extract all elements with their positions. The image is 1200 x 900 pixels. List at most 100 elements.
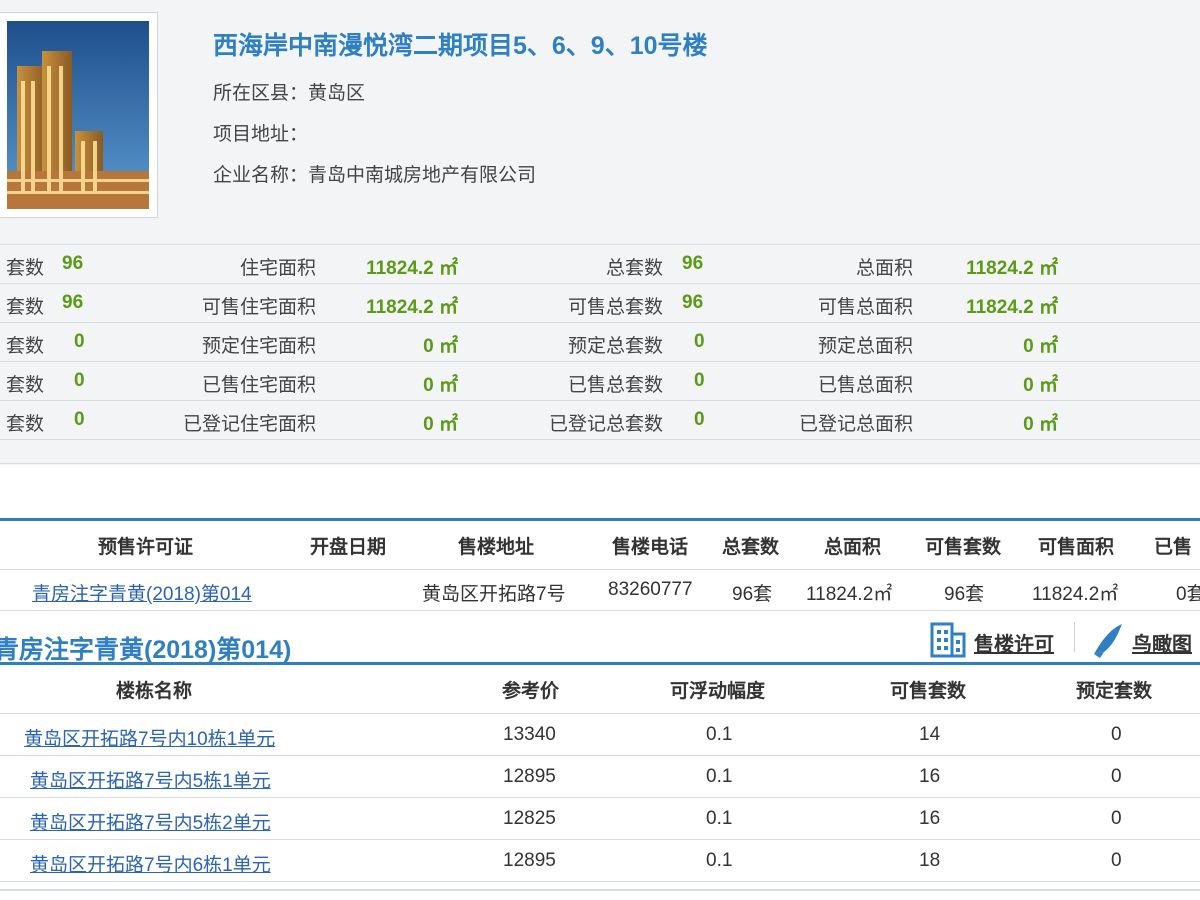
action-divider xyxy=(1074,622,1075,652)
permit-sales-phone: 83260777 xyxy=(608,579,693,600)
stat-label: 预定总面积 xyxy=(817,336,913,357)
stats-row: 套数 0 已售住宅面积 0 ㎡ 已售总套数 0 已售总面积 0 ㎡ xyxy=(0,361,1200,400)
permit-total-units: 96套 xyxy=(732,584,773,605)
stat-label: 住宅面积 xyxy=(239,258,316,279)
stat-label: 可售总套数 xyxy=(567,297,663,318)
building-reserved-units: 0 xyxy=(1111,850,1122,871)
stat-label: 可售总面积 xyxy=(817,297,913,318)
permit-section-title: 青房注字青黄(2018)第014) xyxy=(0,636,292,664)
building-name-link[interactable]: 黄岛区开拓路7号内6栋1单元 xyxy=(30,855,271,876)
col-header: 已售 xyxy=(1154,537,1193,558)
building-reserved-units: 0 xyxy=(1111,766,1122,787)
building-ref-price: 12895 xyxy=(503,766,556,787)
col-header: 预售许可证 xyxy=(98,537,194,558)
building-table: 楼栋名称 参考价 可浮动幅度 可售套数 预定套数 黄岛区开拓路7号内10栋1单元… xyxy=(0,662,1200,882)
project-photo xyxy=(0,12,158,218)
building-icon xyxy=(930,622,966,658)
col-header: 可售面积 xyxy=(1038,537,1115,558)
col-header: 总面积 xyxy=(824,537,882,558)
col-header: 可售套数 xyxy=(890,681,967,702)
stat-value: 96 xyxy=(682,292,704,313)
building-ref-price: 13340 xyxy=(503,724,556,745)
building-ref-price: 12825 xyxy=(503,808,556,829)
col-header: 可浮动幅度 xyxy=(670,681,766,702)
building-row: 黄岛区开拓路7号内10栋1单元 13340 0.1 14 0 xyxy=(0,714,1200,756)
stat-label: 预定总套数 xyxy=(567,336,663,357)
col-header: 售楼地址 xyxy=(458,537,535,558)
building-photo-image xyxy=(7,21,149,209)
stat-value: 11824.2 ㎡ xyxy=(366,297,458,318)
project-summary-panel: 西海岸中南漫悦湾二期项目5、6、9、10号楼 所在区县：黄岛区 项目地址： 企业… xyxy=(0,0,1200,465)
permit-table-header: 预售许可证 开盘日期 售楼地址 售楼电话 总套数 总面积 可售套数 可售面积 已… xyxy=(0,518,1200,570)
stat-label: 套数 xyxy=(5,375,44,396)
stat-value: 0 xyxy=(694,409,705,430)
building-float-range: 0.1 xyxy=(706,766,733,787)
stat-label: 总面积 xyxy=(855,258,913,279)
table-end-divider xyxy=(0,889,1200,891)
stat-value: 0 ㎡ xyxy=(423,414,458,435)
building-row: 黄岛区开拓路7号内5栋1单元 12895 0.1 16 0 xyxy=(0,756,1200,798)
building-row: 黄岛区开拓路7号内6栋1单元 12895 0.1 18 0 xyxy=(0,840,1200,882)
stat-label: 套数 xyxy=(5,297,44,318)
stat-value: 0 xyxy=(74,409,85,430)
col-header: 预定套数 xyxy=(1076,681,1153,702)
building-reserved-units: 0 xyxy=(1111,724,1122,745)
col-header: 可售套数 xyxy=(925,537,1002,558)
stat-value: 11824.2 ㎡ xyxy=(966,297,1058,318)
building-ref-price: 12895 xyxy=(503,850,556,871)
stat-value: 96 xyxy=(62,253,84,274)
permit-sales-address: 黄岛区开拓路7号 xyxy=(422,584,566,605)
stats-row: 套数 0 预定住宅面积 0 ㎡ 预定总套数 0 预定总面积 0 ㎡ xyxy=(0,322,1200,361)
stats-table: 套数 96 住宅面积 11824.2 ㎡ 总套数 96 总面积 11824.2 … xyxy=(0,244,1200,440)
building-name-link[interactable]: 黄岛区开拓路7号内5栋1单元 xyxy=(30,771,271,792)
stat-value: 11824.2 ㎡ xyxy=(366,258,458,279)
stat-value: 0 xyxy=(694,331,705,352)
stats-row: 套数 96 住宅面积 11824.2 ㎡ 总套数 96 总面积 11824.2 … xyxy=(0,244,1200,283)
building-reserved-units: 0 xyxy=(1111,808,1122,829)
stats-row: 套数 0 已登记住宅面积 0 ㎡ 已登记总套数 0 已登记总面积 0 ㎡ xyxy=(0,400,1200,440)
stat-value: 0 xyxy=(694,370,705,391)
stat-label: 已售总套数 xyxy=(567,375,663,396)
stat-label: 已售总面积 xyxy=(817,375,913,396)
stats-row: 套数 96 可售住宅面积 11824.2 ㎡ 可售总套数 96 可售总面积 11… xyxy=(0,283,1200,322)
col-header: 开盘日期 xyxy=(310,537,387,558)
permit-link[interactable]: 青房注字青黄(2018)第014 xyxy=(32,584,252,605)
stat-value: 11824.2 ㎡ xyxy=(966,258,1058,279)
address-info: 项目地址： xyxy=(213,124,309,145)
permit-row: 青房注字青黄(2018)第014 黄岛区开拓路7号 83260777 96套 1… xyxy=(0,570,1200,611)
stat-label: 已登记总套数 xyxy=(548,414,663,435)
stat-label: 已登记住宅面积 xyxy=(182,414,316,435)
stat-label: 套数 xyxy=(5,414,44,435)
building-name-link[interactable]: 黄岛区开拓路7号内5栋2单元 xyxy=(30,813,271,834)
district-info: 所在区县：黄岛区 xyxy=(213,83,366,104)
stat-label: 已登记总面积 xyxy=(798,414,913,435)
building-float-range: 0.1 xyxy=(706,808,733,829)
stat-label: 可售住宅面积 xyxy=(201,297,316,318)
permit-sold-units: 0套 xyxy=(1176,584,1200,605)
sales-permit-label[interactable]: 售楼许可 xyxy=(974,628,1054,657)
stat-label: 预定住宅面积 xyxy=(201,336,316,357)
stat-value: 96 xyxy=(62,292,84,313)
building-float-range: 0.1 xyxy=(706,724,733,745)
col-header: 楼栋名称 xyxy=(116,681,193,702)
permit-table: 预售许可证 开盘日期 售楼地址 售楼电话 总套数 总面积 可售套数 可售面积 已… xyxy=(0,518,1200,611)
building-name-link[interactable]: 黄岛区开拓路7号内10栋1单元 xyxy=(24,729,275,750)
stat-label: 套数 xyxy=(5,336,44,357)
aerial-view-label[interactable]: 鸟瞰图 xyxy=(1132,628,1192,657)
stat-value: 0 ㎡ xyxy=(1023,336,1058,357)
project-title: 西海岸中南漫悦湾二期项目5、6、9、10号楼 xyxy=(213,32,708,60)
building-table-header: 楼栋名称 参考价 可浮动幅度 可售套数 预定套数 xyxy=(0,662,1200,714)
col-header: 参考价 xyxy=(502,681,560,702)
permit-available-area: 11824.2㎡ xyxy=(1032,584,1119,605)
permit-available-units: 96套 xyxy=(944,584,985,605)
stat-value: 0 ㎡ xyxy=(1023,375,1058,396)
stat-label: 已售住宅面积 xyxy=(201,375,316,396)
building-float-range: 0.1 xyxy=(706,850,733,871)
stat-value: 0 ㎡ xyxy=(423,375,458,396)
company-info: 企业名称：青岛中南城房地产有限公司 xyxy=(213,165,537,186)
col-header: 售楼电话 xyxy=(612,537,689,558)
stat-label: 总套数 xyxy=(605,258,663,279)
building-row: 黄岛区开拓路7号内5栋2单元 12825 0.1 16 0 xyxy=(0,798,1200,840)
stat-value: 0 xyxy=(74,331,85,352)
stat-value: 96 xyxy=(682,253,704,274)
